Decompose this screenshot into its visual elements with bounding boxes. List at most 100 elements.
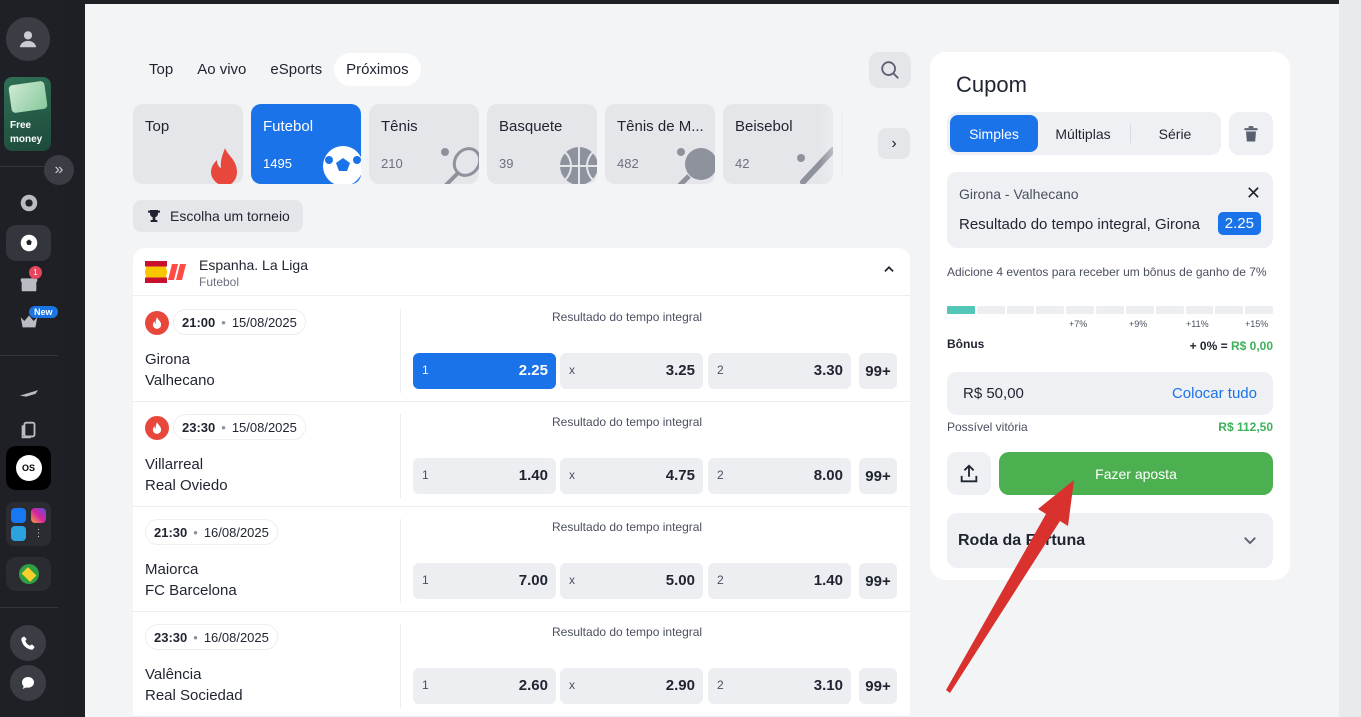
sport-card-table-tennis[interactable]: Tênis de M... 482 [605, 104, 715, 184]
hot-match-fire-icon [145, 416, 169, 440]
odd-button-away[interactable]: 2 3.30 [708, 353, 851, 389]
os-app-button[interactable]: OS [6, 446, 51, 490]
away-team: Real Oviedo [145, 477, 228, 494]
match-time: 21:30 [154, 524, 188, 540]
odd-button-home[interactable]: 1 2.60 [413, 668, 556, 704]
remove-bet-close-icon[interactable]: ✕ [1246, 183, 1261, 204]
more-markets-button[interactable]: 99+ [859, 458, 897, 494]
tab-multiple[interactable]: Múltiplas [1039, 115, 1127, 152]
chat-support-button[interactable] [10, 665, 46, 701]
clear-slip-button[interactable] [1229, 112, 1273, 155]
odd-value: 1.40 [813, 572, 843, 589]
sidebar-item-sports[interactable] [6, 225, 51, 261]
choose-tournament-label: Escolha um torneio [170, 208, 290, 224]
odd-button-home[interactable]: 1 1.40 [413, 458, 556, 494]
odd-button-draw[interactable]: x 2.90 [560, 668, 703, 704]
odd-button-draw[interactable]: x 5.00 [560, 563, 703, 599]
league-sport: Futebol [199, 275, 240, 289]
match-row[interactable]: 21:30 • 16/08/2025 Maiorca FC Barcelona Re… [133, 507, 910, 612]
user-avatar[interactable] [6, 17, 50, 61]
sport-count: 42 [735, 156, 750, 171]
instagram-icon[interactable] [31, 508, 46, 523]
share-bet-button[interactable] [947, 452, 991, 495]
progress-segment [1245, 306, 1273, 314]
match-teams[interactable]: Villarreal Real Oviedo [145, 454, 228, 496]
sport-cards-next-button[interactable]: › [878, 128, 910, 159]
odd-button-home[interactable]: 1 7.00 [413, 563, 556, 599]
language-selector[interactable] [6, 557, 51, 591]
odd-button-away[interactable]: 2 8.00 [708, 458, 851, 494]
soccer-ball-icon [20, 234, 37, 252]
match-row[interactable]: 21:00 • 15/08/2025 Girona Valhecano Result… [133, 297, 910, 402]
away-team: FC Barcelona [145, 582, 237, 599]
more-markets-button[interactable]: 99+ [859, 353, 897, 389]
more-markets-button[interactable]: 99+ [859, 668, 897, 704]
odd-button-away[interactable]: 2 3.10 [708, 668, 851, 704]
gift-count-badge: 1 [29, 266, 42, 279]
bonus-step: +9% [1129, 319, 1148, 329]
expand-sidebar-button[interactable]: » [44, 155, 74, 185]
tab-esports[interactable]: eSports [258, 53, 334, 86]
table-tennis-icon [677, 148, 715, 184]
place-bet-button[interactable]: Fazer aposta [999, 452, 1273, 495]
soccer-ball-icon [323, 146, 361, 184]
home-team: Valência [145, 666, 202, 683]
stake-input[interactable]: R$ 50,00 Colocar tudo [947, 372, 1273, 415]
home-team: Girona [145, 351, 191, 368]
tab-top[interactable]: Top [137, 53, 185, 86]
league-header[interactable]: Espanha. La Liga Futebol [133, 248, 910, 296]
brazil-flag-icon [18, 564, 39, 584]
bet-type-tabs: Simples Múltiplas Série [947, 112, 1221, 155]
match-date: 15/08/2025 [231, 419, 297, 435]
share-upload-icon [960, 463, 978, 482]
tab-upcoming[interactable]: Próximos [334, 53, 421, 86]
odd-button-draw[interactable]: x 3.25 [560, 353, 703, 389]
more-markets-button[interactable]: 99+ [859, 563, 897, 599]
progress-segment [1125, 306, 1154, 314]
tab-live[interactable]: Ao vivo [185, 53, 258, 86]
sport-card-basketball[interactable]: Basquete 39 [487, 104, 597, 184]
spain-laliga-logo-icon [145, 261, 186, 283]
match-teams[interactable]: Valência Real Sociedad [145, 664, 243, 706]
sport-card-baseball[interactable]: Beisebol 42 [723, 104, 833, 184]
sport-card-top[interactable]: Top [133, 104, 243, 184]
sidebar-item-casino[interactable] [6, 412, 51, 448]
match-teams[interactable]: Maiorca FC Barcelona [145, 559, 237, 601]
sidebar-item-aviator[interactable] [6, 374, 51, 410]
sidebar-item-settings[interactable] [6, 185, 51, 221]
chevron-up-icon[interactable] [882, 262, 896, 276]
phone-support-button[interactable] [10, 625, 46, 661]
free-money-promo[interactable]: Free money [4, 77, 51, 151]
sport-card-tennis[interactable]: Tênis 210 [369, 104, 479, 184]
choose-tournament-button[interactable]: Escolha um torneio [133, 200, 303, 232]
sidebar-divider [0, 355, 58, 356]
match-datetime: 21:00 • 15/08/2025 [173, 309, 306, 335]
sport-name: Beisebol [735, 118, 793, 135]
bonus-percent: + 0% = [1189, 339, 1231, 353]
sport-card-football[interactable]: Futebol 1495 [251, 104, 361, 184]
more-vertical-icon[interactable]: ⋮ [31, 526, 46, 541]
sport-name: Futebol [263, 118, 314, 135]
match-teams[interactable]: Girona Valhecano [145, 349, 215, 391]
search-button[interactable] [869, 52, 911, 88]
event-filter-tabs: Top Ao vivo eSports Próximos [137, 53, 421, 86]
tab-system[interactable]: Série [1131, 115, 1219, 152]
wheel-of-fortune-section[interactable]: Roda da Fortuna [947, 513, 1273, 568]
telegram-icon[interactable] [11, 526, 26, 541]
odd-label: x [569, 363, 575, 377]
match-time: 21:00 [182, 314, 216, 330]
place-all-button[interactable]: Colocar tudo [1172, 385, 1257, 402]
odd-label: 2 [717, 678, 724, 692]
odd-button-home[interactable]: 1 2.25 [413, 353, 556, 389]
match-row[interactable]: 23:30 • 15/08/2025 Villarreal Real Oviedo … [133, 402, 910, 507]
odd-button-draw[interactable]: x 4.75 [560, 458, 703, 494]
odd-button-away[interactable]: 2 1.40 [708, 563, 851, 599]
cards-icon [21, 421, 35, 439]
odd-value: 3.30 [813, 362, 843, 379]
tab-single[interactable]: Simples [950, 115, 1038, 152]
odd-value: 2.25 [518, 362, 548, 379]
match-row[interactable]: 23:30 • 16/08/2025 Valência Real Sociedad … [133, 612, 910, 717]
facebook-icon[interactable] [11, 508, 26, 523]
match-date: 15/08/2025 [231, 314, 297, 330]
plane-icon [19, 390, 38, 397]
